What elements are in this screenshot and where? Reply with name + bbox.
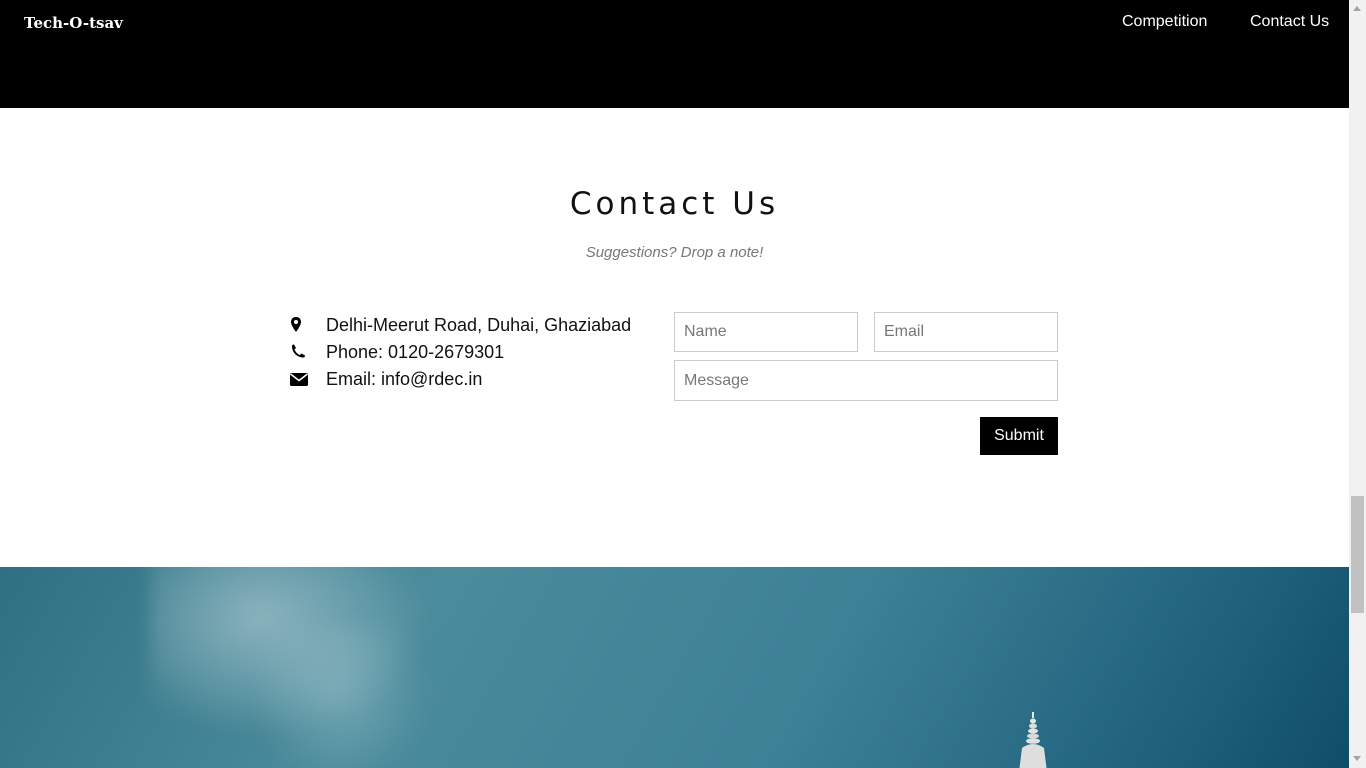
vertical-scrollbar[interactable] bbox=[1349, 0, 1366, 768]
cloud-decoration-2 bbox=[250, 627, 430, 768]
temple-spire-icon bbox=[1019, 712, 1047, 768]
contact-title: Contact Us bbox=[569, 186, 780, 222]
contact-subtitle: Suggestions? Drop a note! bbox=[585, 244, 764, 261]
phone-icon bbox=[292, 344, 305, 358]
page: Tech-O-tsav Competition Contact Us Conta… bbox=[0, 0, 1349, 768]
contact-section: Contact Us Suggestions? Drop a note! Del… bbox=[0, 108, 1349, 567]
address-text: Delhi-Meerut Road, Duhai, Ghaziabad bbox=[326, 315, 632, 335]
scroll-down-arrow-icon[interactable] bbox=[1353, 756, 1361, 761]
hero-image bbox=[0, 567, 1349, 768]
name-input[interactable] bbox=[674, 312, 858, 352]
map-marker-icon bbox=[291, 317, 301, 332]
scrollbar-thumb[interactable] bbox=[1351, 496, 1364, 613]
brand-logo[interactable]: Tech-O-tsav bbox=[24, 14, 123, 32]
nav-link-contact-us[interactable]: Contact Us bbox=[1250, 13, 1329, 31]
email-text: Email: info@rdec.in bbox=[326, 369, 483, 389]
phone-text: Phone: 0120-2679301 bbox=[326, 342, 505, 362]
scroll-up-arrow-icon[interactable] bbox=[1353, 6, 1361, 11]
email-input[interactable] bbox=[874, 312, 1058, 352]
envelope-icon bbox=[290, 373, 308, 386]
message-input[interactable] bbox=[674, 360, 1058, 401]
submit-button[interactable]: Submit bbox=[980, 417, 1058, 455]
nav-link-competition[interactable]: Competition bbox=[1122, 13, 1207, 31]
navbar: Tech-O-tsav Competition Contact Us bbox=[0, 0, 1349, 108]
